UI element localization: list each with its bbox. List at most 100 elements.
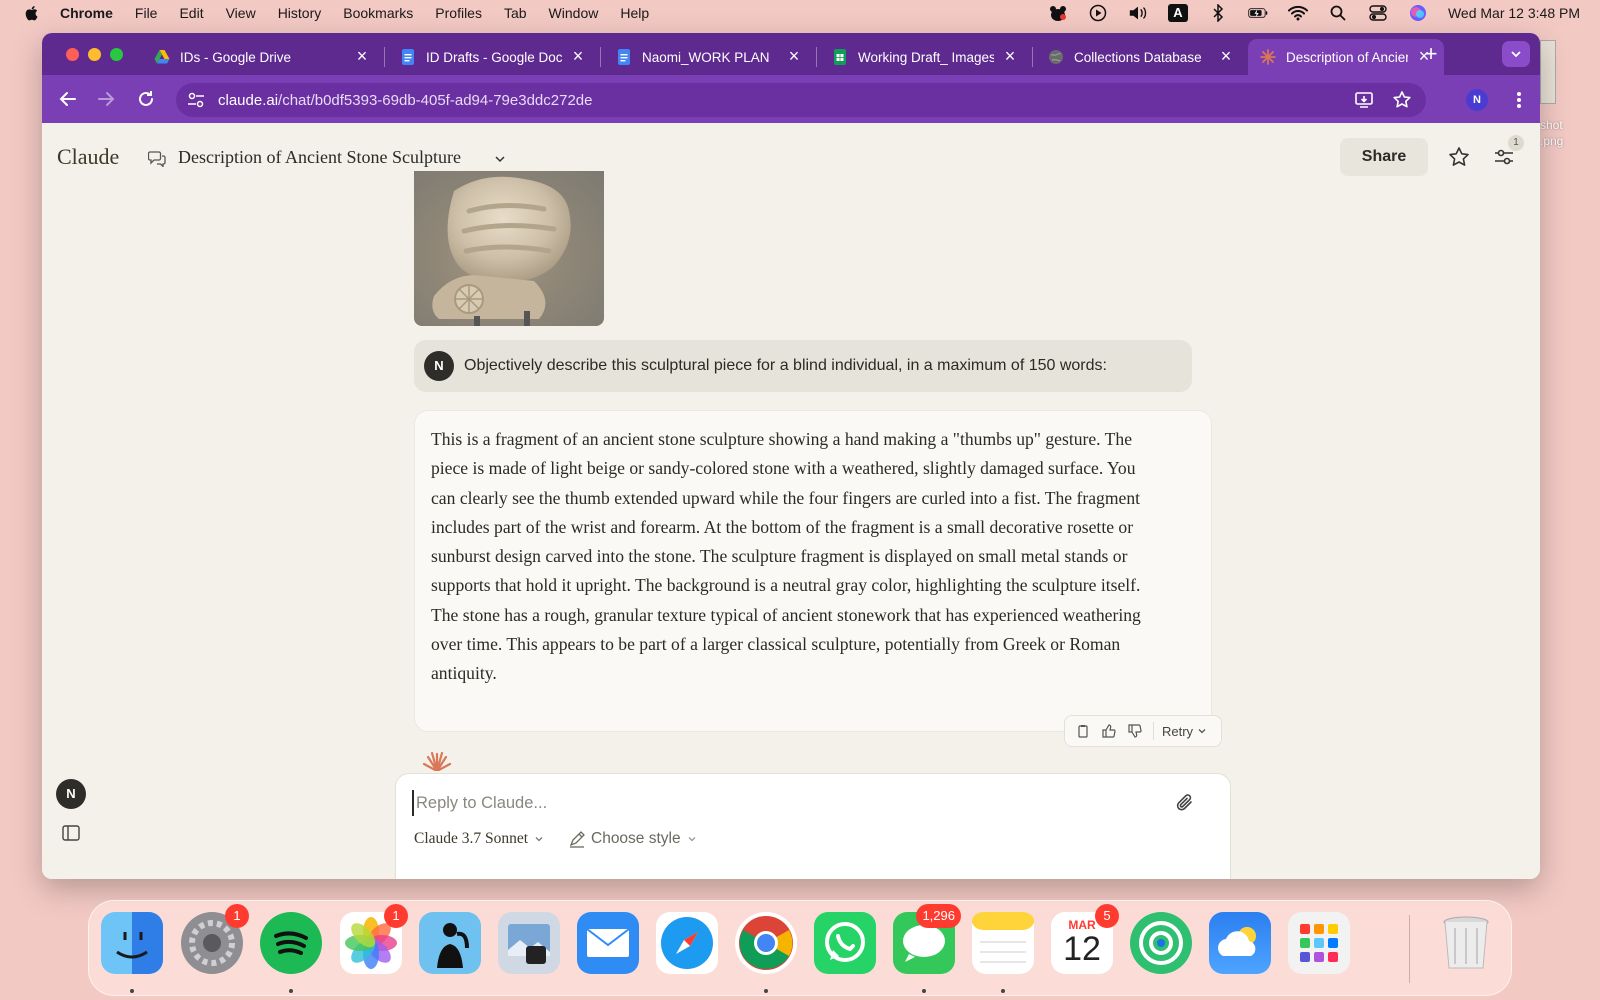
tab-close-icon[interactable]: × — [786, 47, 802, 65]
chevron-down-icon — [1511, 51, 1521, 58]
finder-icon — [116, 932, 148, 959]
menu-edit[interactable]: Edit — [179, 5, 203, 21]
dock-app-safari[interactable] — [656, 912, 718, 974]
assistant-message: This is a fragment of an ancient stone s… — [414, 410, 1212, 732]
share-button[interactable]: Share — [1340, 138, 1428, 176]
minimize-window-button[interactable] — [88, 48, 101, 61]
model-selector[interactable]: Claude 3.7 Sonnet — [414, 830, 544, 848]
close-window-button[interactable] — [66, 48, 79, 61]
control-center-icon[interactable] — [1368, 5, 1388, 21]
style-selector[interactable]: Choose style — [568, 830, 697, 848]
dock-app-preview[interactable] — [498, 912, 560, 974]
input-source-icon[interactable]: A — [1167, 4, 1188, 22]
dock-app-launchpad[interactable] — [1288, 912, 1350, 974]
chevron-down-icon[interactable] — [1197, 726, 1207, 736]
user-avatar: N — [424, 351, 454, 381]
apple-icon[interactable] — [22, 3, 42, 23]
dock-app-spotify[interactable] — [260, 912, 322, 974]
tab-id-drafts[interactable]: ID Drafts - Google Docs × — [388, 39, 598, 75]
paperclip-icon[interactable] — [1174, 792, 1196, 814]
site-info-icon[interactable] — [186, 90, 206, 110]
menu-help[interactable]: Help — [620, 5, 649, 21]
spotify-icon — [274, 931, 308, 955]
dock-app-system-settings[interactable]: 1 — [181, 904, 249, 974]
install-app-icon[interactable] — [1354, 90, 1374, 115]
battery-icon[interactable] — [1248, 5, 1268, 21]
claude-page: Claude Description of Ancient Stone Scul… — [42, 123, 1540, 879]
claude-icon — [1260, 49, 1276, 65]
chat-title[interactable]: Description of Ancient Stone Sculpture — [178, 147, 461, 168]
play-icon[interactable] — [1088, 4, 1108, 22]
bluetooth-icon[interactable] — [1208, 4, 1228, 22]
dock-app-notes[interactable] — [972, 912, 1034, 974]
desktop-file-thumbnail — [1540, 40, 1556, 104]
menu-window[interactable]: Window — [549, 5, 599, 21]
retry-button[interactable]: Retry — [1162, 724, 1193, 739]
thumbs-up-icon[interactable] — [1101, 723, 1117, 739]
forward-button[interactable] — [94, 87, 118, 111]
dock-app-trash[interactable] — [1435, 912, 1497, 974]
bear-icon[interactable] — [1048, 5, 1068, 21]
profile-avatar[interactable]: N — [1466, 89, 1488, 111]
google-docs-icon — [618, 49, 630, 65]
dock-app-find-my[interactable] — [1130, 912, 1192, 974]
dock-app-finder[interactable] — [101, 912, 163, 974]
menu-tab[interactable]: Tab — [504, 5, 527, 21]
url-text[interactable]: claude.ai/chat/b0df5393-69db-405f-ad94-7… — [218, 92, 592, 109]
menu-bookmarks[interactable]: Bookmarks — [343, 5, 413, 21]
dock-app-chrome[interactable] — [735, 912, 797, 974]
tab-close-icon[interactable]: × — [570, 47, 586, 65]
chat-bubbles-icon — [148, 151, 166, 167]
uploaded-sculpture-image[interactable] — [414, 171, 604, 326]
wifi-icon[interactable] — [1287, 5, 1308, 21]
desktop-file[interactable]: shot .png — [1540, 40, 1594, 148]
menu-view[interactable]: View — [226, 5, 256, 21]
copy-icon[interactable] — [1075, 723, 1091, 739]
thumbs-down-icon[interactable] — [1127, 723, 1143, 739]
tab-naomi-work-plan[interactable]: Naomi_WORK PLAN × — [604, 39, 814, 75]
siri-icon[interactable] — [1408, 5, 1428, 21]
model-label: Claude 3.7 Sonnet — [414, 830, 529, 847]
reply-input[interactable] — [412, 790, 1152, 816]
dock-app-kindle[interactable] — [419, 912, 481, 974]
menu-profiles[interactable]: Profiles — [435, 5, 482, 21]
zoom-window-button[interactable] — [110, 48, 123, 61]
chevron-down-icon[interactable] — [494, 153, 506, 165]
dock-app-weather[interactable] — [1209, 912, 1271, 974]
tab-working-draft-images[interactable]: Working Draft_ Images × — [820, 39, 1030, 75]
tab-close-icon[interactable]: × — [1002, 47, 1018, 65]
assistant-message-text: This is a fragment of an ancient stone s… — [431, 429, 1141, 684]
tab-separator — [600, 47, 601, 67]
tab-collections-database[interactable]: Collections Database × — [1036, 39, 1246, 75]
tab-ids-google-drive[interactable]: IDs - Google Drive × — [142, 39, 382, 75]
globe-icon — [1049, 50, 1063, 64]
dock-app-whatsapp[interactable] — [814, 912, 876, 974]
back-button[interactable] — [56, 87, 80, 111]
menubar-clock[interactable]: Wed Mar 12 3:48 PM — [1448, 5, 1580, 21]
running-indicator — [922, 989, 926, 993]
tab-strip: IDs - Google Drive × ID Drafts - Google … — [42, 33, 1540, 75]
dock-app-mail[interactable] — [577, 912, 639, 974]
sidebar-toggle-icon[interactable] — [62, 825, 80, 841]
reload-button[interactable] — [134, 87, 158, 111]
chrome-menu-button[interactable] — [1512, 89, 1526, 111]
star-icon[interactable] — [1447, 145, 1471, 169]
dock-app-calendar[interactable]: MAR 12 5 — [1051, 904, 1119, 974]
tab-search-button[interactable] — [1502, 41, 1530, 67]
notification-badge: 5 — [1095, 904, 1119, 928]
spotlight-icon[interactable] — [1328, 5, 1348, 21]
dock-app-messages[interactable]: 1,296 — [893, 904, 961, 974]
sidebar-user-avatar[interactable]: N — [56, 779, 86, 809]
dock-app-photos[interactable]: 1 — [340, 904, 408, 974]
menu-file[interactable]: File — [135, 5, 158, 21]
claude-logo[interactable]: Claude — [57, 144, 119, 170]
tab-description-of-ancient[interactable]: Description of Ancient × — [1248, 39, 1444, 75]
tab-close-icon[interactable]: × — [354, 47, 370, 65]
bookmark-star-icon[interactable] — [1392, 90, 1412, 115]
volume-icon[interactable] — [1128, 5, 1148, 21]
menu-app-name[interactable]: Chrome — [60, 5, 113, 21]
address-bar[interactable]: claude.ai/chat/b0df5393-69db-405f-ad94-7… — [176, 83, 1426, 117]
tab-close-icon[interactable]: × — [1218, 47, 1234, 65]
menu-history[interactable]: History — [278, 5, 322, 21]
new-tab-button[interactable]: + — [1418, 42, 1444, 68]
